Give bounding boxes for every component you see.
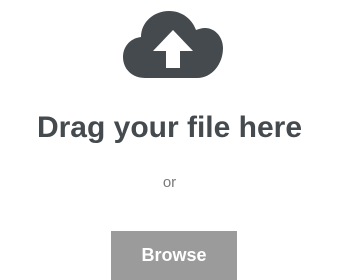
file-dropzone[interactable]: Drag your file here or Browse [0, 0, 339, 280]
drop-title: Drag your file here [36, 111, 303, 144]
or-separator: or [162, 174, 177, 191]
browse-button[interactable]: Browse [111, 231, 237, 280]
cloud-upload-icon [123, 10, 223, 78]
